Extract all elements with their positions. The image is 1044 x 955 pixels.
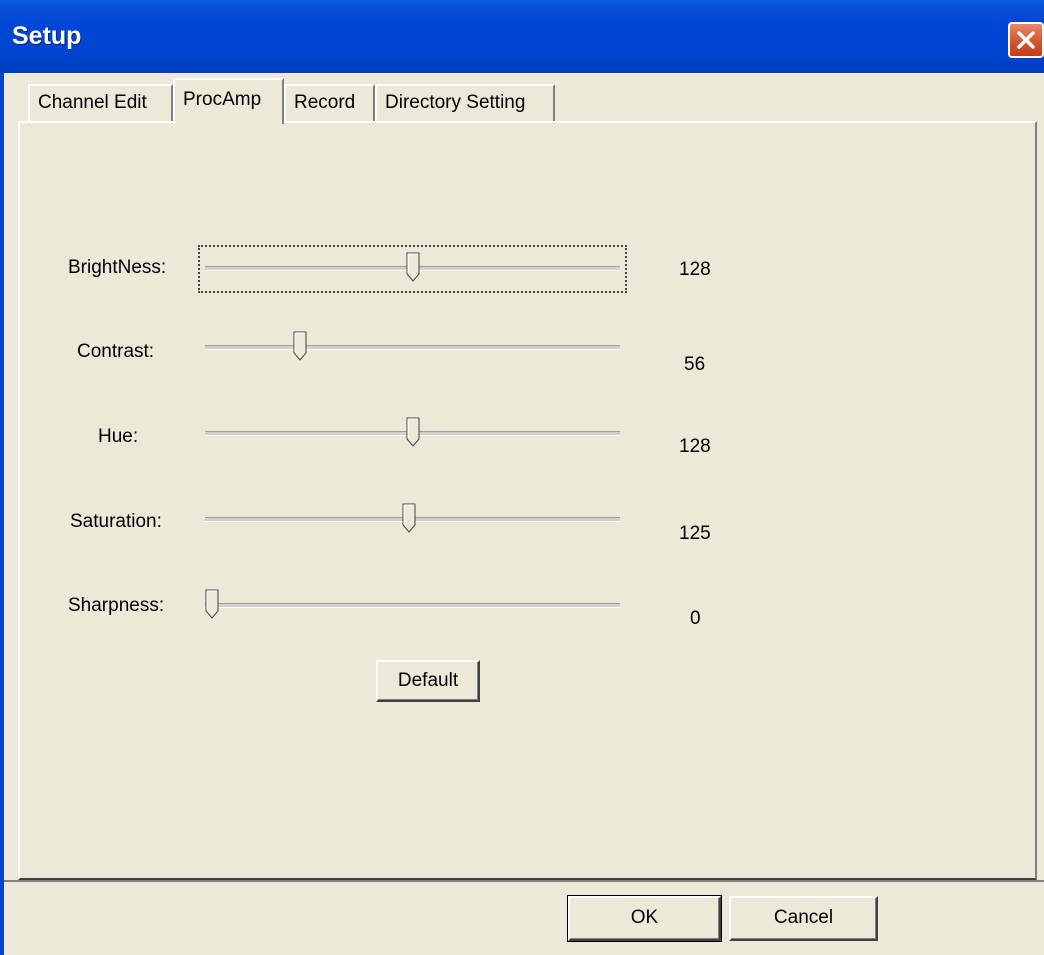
tab-label: ProcAmp xyxy=(183,89,262,110)
slider-thumb[interactable] xyxy=(406,417,420,447)
hue-label: Hue: xyxy=(98,426,139,447)
sharpness-slider[interactable] xyxy=(205,589,620,623)
contrast-value: 56 xyxy=(684,354,706,375)
slider-thumb[interactable] xyxy=(293,331,307,361)
close-icon xyxy=(1015,29,1037,51)
window-title: Setup xyxy=(12,22,82,50)
saturation-label: Saturation: xyxy=(70,511,162,532)
hue-slider[interactable] xyxy=(205,417,620,451)
saturation-slider[interactable] xyxy=(205,503,620,537)
tab-record[interactable]: Record xyxy=(284,84,375,121)
slider-track xyxy=(205,345,620,350)
brightness-value: 128 xyxy=(679,259,711,280)
setup-dialog: Setup Channel Edit ProcAmp Record Direct… xyxy=(0,0,1044,955)
close-button[interactable] xyxy=(1008,22,1044,58)
tab-channel-edit[interactable]: Channel Edit xyxy=(28,84,173,121)
procamp-panel xyxy=(18,121,1037,880)
slider-track xyxy=(205,603,620,608)
footer-separator xyxy=(4,880,1044,882)
tab-label: Record xyxy=(294,92,356,113)
tab-directory-setting[interactable]: Directory Setting xyxy=(375,84,555,121)
contrast-slider[interactable] xyxy=(205,331,620,365)
default-button[interactable]: Default xyxy=(376,660,480,702)
slider-thumb[interactable] xyxy=(406,252,420,282)
hue-value: 128 xyxy=(679,436,711,457)
brightness-slider[interactable] xyxy=(198,245,627,293)
ok-button[interactable]: OK xyxy=(567,895,722,942)
slider-thumb[interactable] xyxy=(205,589,219,619)
contrast-label: Contrast: xyxy=(77,341,155,362)
saturation-value: 125 xyxy=(679,523,711,544)
sharpness-value: 0 xyxy=(690,608,701,629)
window-frame-left xyxy=(0,73,4,955)
tab-label: Directory Setting xyxy=(385,92,526,113)
brightness-label: BrightNess: xyxy=(68,257,167,278)
cancel-button[interactable]: Cancel xyxy=(729,896,878,941)
title-bar[interactable]: Setup xyxy=(0,0,1044,73)
slider-thumb[interactable] xyxy=(402,503,416,533)
sharpness-label: Sharpness: xyxy=(68,595,165,616)
tab-label: Channel Edit xyxy=(38,92,147,113)
tab-procamp[interactable]: ProcAmp xyxy=(173,78,284,124)
